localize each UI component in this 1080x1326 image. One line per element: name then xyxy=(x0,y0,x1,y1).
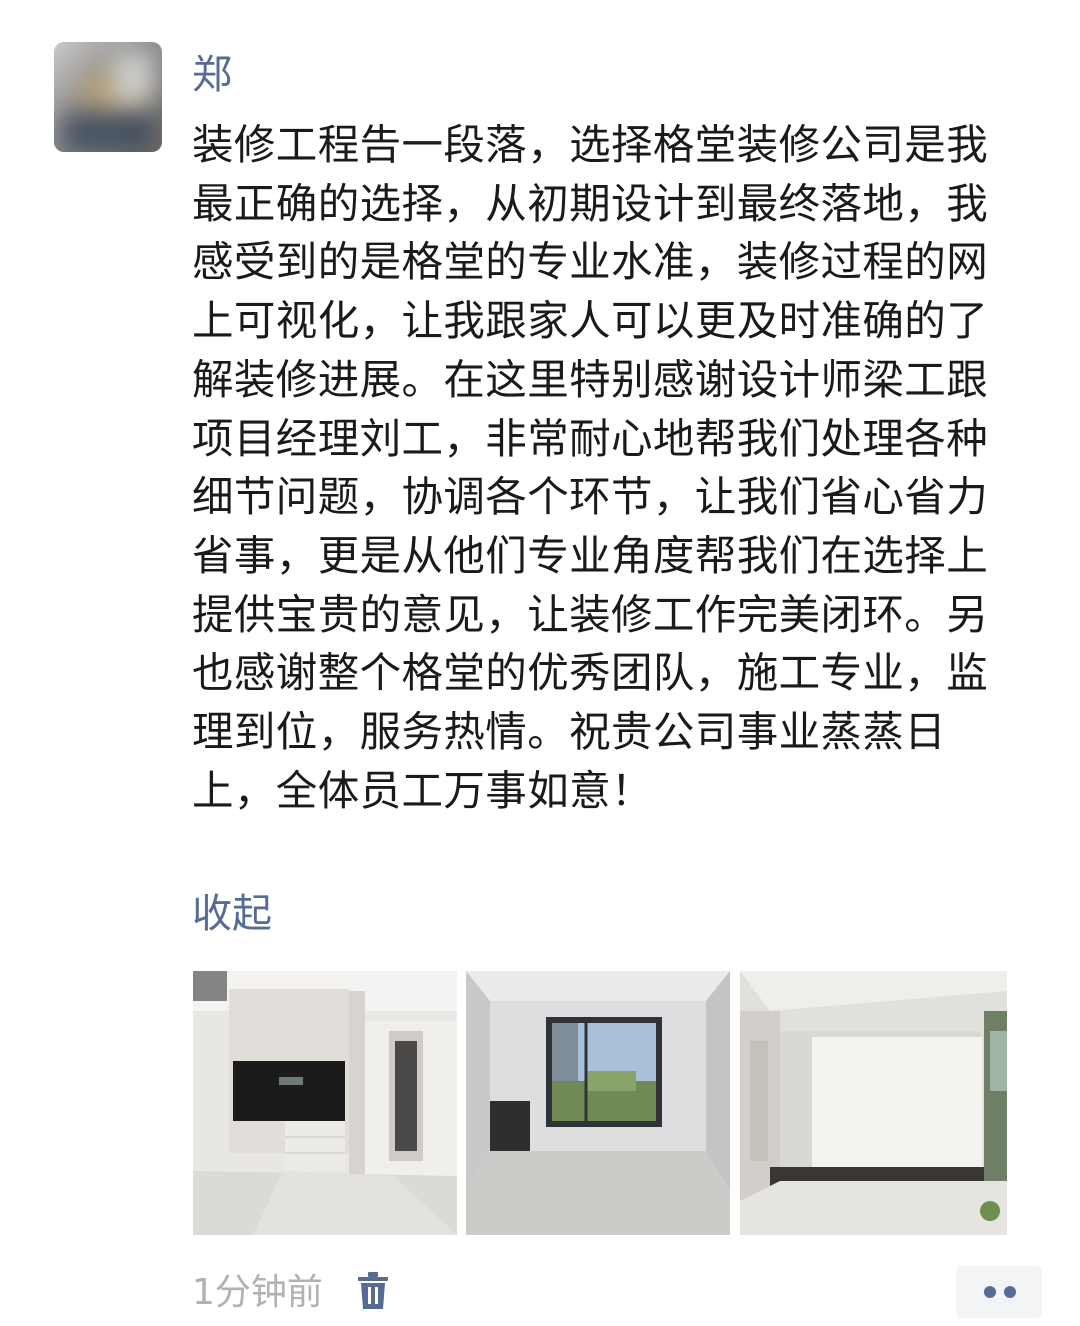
photo-grid xyxy=(193,971,1007,1235)
author-name[interactable]: 郑 xyxy=(192,50,232,100)
photo-thumbnail[interactable] xyxy=(193,971,457,1235)
more-dots-icon xyxy=(984,1286,996,1298)
trash-icon[interactable] xyxy=(356,1271,390,1311)
avatar[interactable] xyxy=(54,42,162,152)
moments-post: 郑 装修工程告一段落，选择格堂装修公司是我最正确的选择，从初期设计到最终落地，我… xyxy=(0,0,1080,1326)
photo-thumbnail[interactable] xyxy=(740,971,1007,1235)
post-text: 装修工程告一段落，选择格堂装修公司是我最正确的选择，从初期设计到最终落地，我感受… xyxy=(192,120,989,815)
photo-thumbnail[interactable] xyxy=(466,971,730,1235)
post-timestamp: 1分钟前 xyxy=(192,1272,323,1313)
more-button[interactable] xyxy=(956,1266,1042,1318)
collapse-link[interactable]: 收起 xyxy=(192,888,272,940)
